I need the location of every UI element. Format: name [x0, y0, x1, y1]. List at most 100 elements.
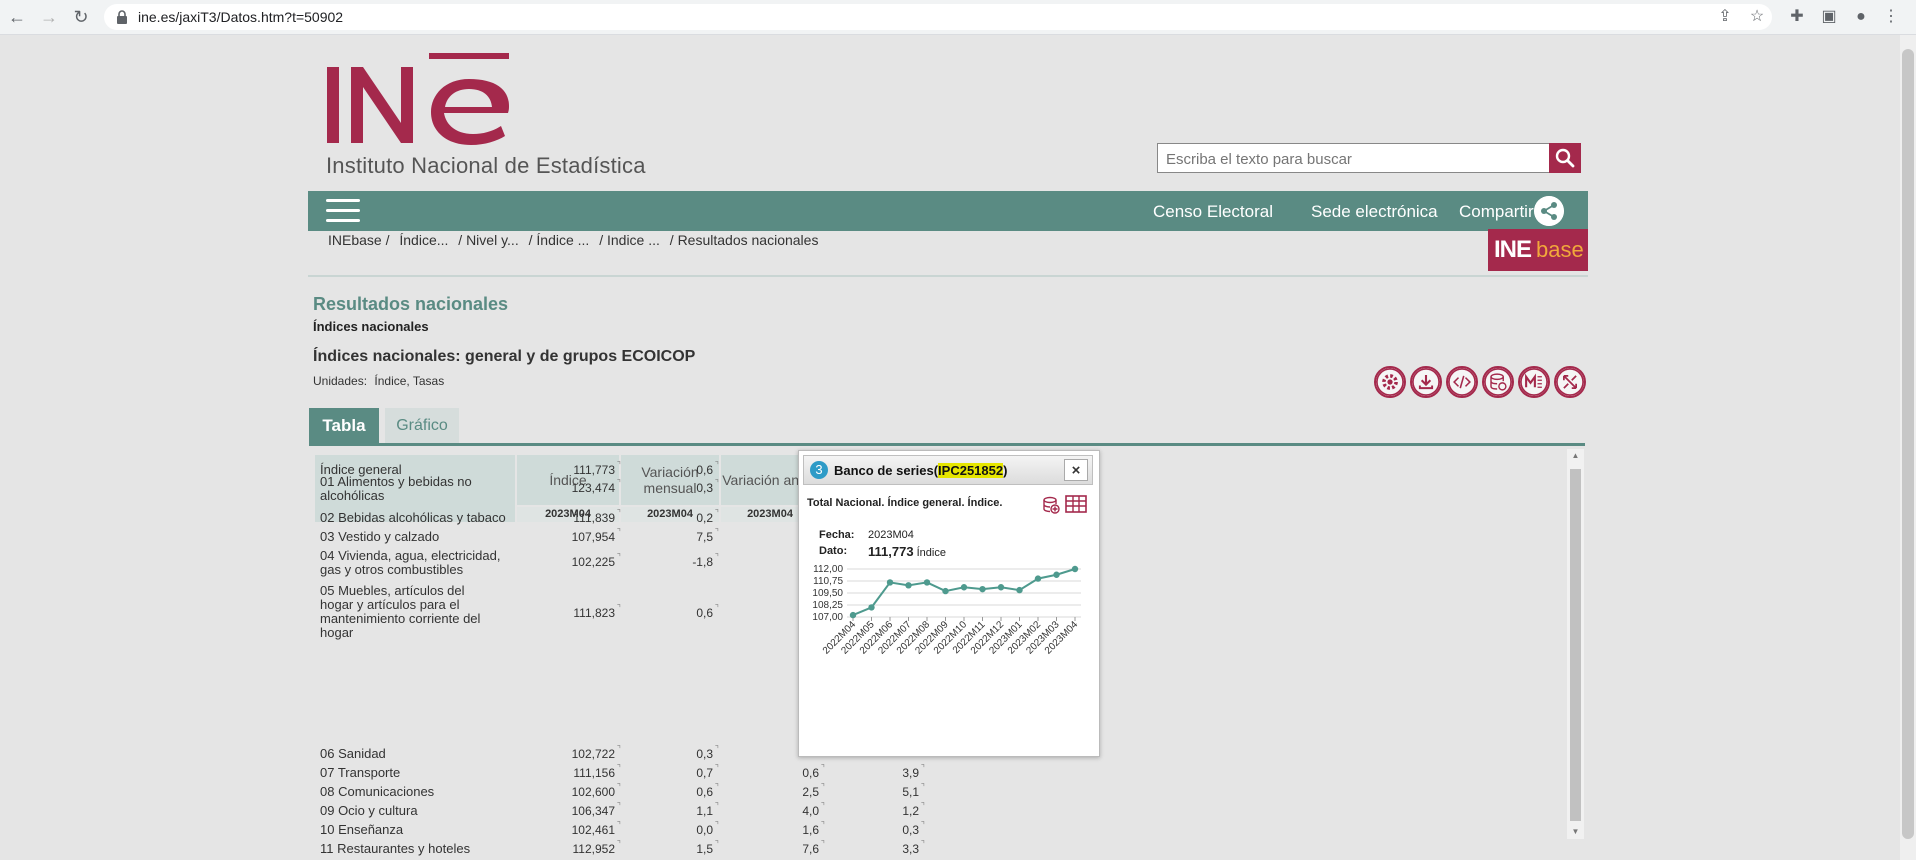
address-bar[interactable]: ine.es/jaxiT3/Datos.htm?t=50902	[104, 4, 1772, 30]
cell-indice[interactable]: 106,347	[572, 801, 622, 818]
tab-grafico[interactable]: Gráfico	[385, 408, 459, 443]
cell-mensual[interactable]: 0,6	[696, 603, 718, 620]
lock-icon	[117, 10, 127, 24]
chart-data-point	[1016, 586, 1023, 594]
cell-indice[interactable]: 107,954	[572, 527, 622, 544]
units-line: Unidades: Índice, Tasas	[313, 374, 444, 388]
search-input[interactable]	[1164, 145, 1548, 173]
cell-extra[interactable]: 3,9	[902, 763, 924, 780]
cell-anual[interactable]: 4,0	[802, 801, 824, 818]
breadcrumb-nivel[interactable]: / Nivel y...	[458, 232, 518, 248]
cell-indice[interactable]: 112,952	[573, 839, 621, 856]
chart-data-point	[997, 584, 1005, 591]
cell-indice[interactable]: 102,600	[572, 782, 622, 799]
cell-indice[interactable]: 102,461	[572, 820, 622, 837]
search-button[interactable]	[1549, 143, 1581, 173]
fullscreen-icon[interactable]	[1554, 366, 1586, 398]
series-popup: 3 Banco de series(IPC251852) × Total Nac…	[798, 450, 1100, 757]
nav-compartir[interactable]: Compartir	[1459, 202, 1534, 222]
embed-code-icon[interactable]	[1446, 366, 1478, 398]
cell-mensual[interactable]: 0,6	[696, 460, 718, 477]
row-label: 04 Vivienda, agua, electricidad, gas y o…	[320, 548, 501, 577]
cell-mensual[interactable]: 0,6	[696, 782, 718, 799]
scroll-down-arrow-icon[interactable]: ▼	[1567, 825, 1584, 839]
breadcrumb-inebase[interactable]: INEbase /	[328, 232, 389, 248]
table-grid-icon[interactable]	[1065, 495, 1087, 513]
scroll-up-arrow-icon[interactable]: ▲	[1567, 449, 1584, 463]
cell-anual[interactable]: 7,6	[802, 839, 824, 856]
breadcrumb-indice-2[interactable]: / Índice ...	[529, 232, 590, 248]
cell-extra[interactable]: 5,1	[902, 782, 924, 799]
tab-tabla[interactable]: Tabla	[309, 408, 379, 443]
cell-mensual[interactable]: -1,8	[692, 552, 718, 569]
cell-indice[interactable]: 111,823	[573, 603, 620, 620]
ine-logo[interactable]	[325, 49, 515, 149]
inebase-logo[interactable]: INE base	[1488, 229, 1588, 271]
nav-sede-electronica[interactable]: Sede electrónica	[1311, 202, 1438, 222]
row-label: 03 Vestido y calzado	[320, 529, 440, 544]
row-label: 11 Restaurantes y hoteles	[320, 841, 471, 856]
share-icon[interactable]	[1534, 196, 1564, 226]
table-title: Índices nacionales: general y de grupos …	[313, 348, 696, 365]
page-viewport: Instituto Nacional de Estadística Censo …	[0, 35, 1916, 860]
cell-anual[interactable]: 0,6	[802, 763, 824, 780]
cell-extra[interactable]: 3,3	[902, 839, 924, 856]
cell-mensual[interactable]: 1,5	[696, 839, 718, 856]
chart-data-point	[905, 582, 912, 589]
settings-gear-icon[interactable]	[1374, 366, 1406, 398]
header-divider	[308, 275, 1588, 277]
cell-indice[interactable]: 111,773	[573, 460, 620, 477]
units-label: Unidades:	[313, 374, 368, 388]
cell-mensual[interactable]: 1,1	[696, 801, 718, 818]
chart-data-point	[979, 585, 986, 593]
row-label: 01 Alimentos y bebidas no alcohólicas	[320, 474, 472, 503]
download-icon[interactable]	[1410, 366, 1442, 398]
cell-extra[interactable]: 1,2	[902, 801, 924, 818]
chart-series-line	[852, 568, 1076, 617]
cell-anual[interactable]: 2,5	[802, 782, 824, 799]
metadata-icon[interactable]	[1518, 366, 1550, 398]
cell-indice[interactable]: 102,225	[572, 552, 622, 569]
cell-mensual[interactable]: 0,3	[696, 478, 718, 495]
reload-icon[interactable]: ↻	[70, 6, 92, 28]
side-panel-icon[interactable]: ▣	[1818, 6, 1840, 28]
cell-mensual[interactable]: 0,2	[696, 508, 718, 525]
chart-y-tick-label: 107,00	[812, 612, 843, 623]
cell-mensual[interactable]: 7,5	[696, 527, 718, 544]
database-add-icon[interactable]	[1041, 495, 1061, 515]
cell-indice[interactable]: 123,474	[572, 478, 622, 495]
back-arrow-icon[interactable]: ←	[6, 6, 28, 28]
cell-indice[interactable]: 111,839	[573, 508, 620, 525]
chart-data-point	[849, 611, 857, 619]
breadcrumb-indice[interactable]: Índice...	[399, 232, 448, 248]
database-icon[interactable]	[1482, 366, 1514, 398]
bookmark-star-icon[interactable]: ☆	[1746, 6, 1768, 28]
tab-underline	[309, 443, 1585, 446]
browser-menu-icon[interactable]: ⋮	[1880, 6, 1902, 28]
breadcrumb-indice-3[interactable]: / Indice ...	[599, 232, 660, 248]
chart-data-point	[886, 579, 894, 586]
cell-indice[interactable]: 102,722	[572, 744, 622, 761]
chart-data-point	[1053, 571, 1060, 578]
share-page-icon[interactable]: ⇪	[1714, 6, 1736, 28]
cell-mensual[interactable]: 0,0	[696, 820, 718, 837]
profile-avatar-icon[interactable]: ●	[1850, 6, 1872, 28]
cell-extra[interactable]: 0,3	[902, 820, 924, 837]
table-scrollbar-thumb[interactable]	[1570, 469, 1581, 821]
popup-title-suffix: )	[1003, 463, 1008, 478]
cell-anual[interactable]: 1,6	[802, 820, 824, 837]
popup-header: 3 Banco de series(IPC251852) ×	[803, 455, 1093, 485]
hamburger-menu-icon[interactable]	[326, 199, 360, 223]
page-scrollbar-thumb[interactable]	[1902, 49, 1914, 839]
popup-fecha-label: Fecha:	[819, 529, 855, 541]
forward-arrow-icon[interactable]: →	[38, 6, 60, 28]
extensions-icon[interactable]: ✚	[1786, 6, 1808, 28]
chart-y-tick-label: 110,75	[813, 576, 843, 587]
cell-mensual[interactable]: 0,7	[696, 763, 718, 780]
search-box[interactable]	[1157, 143, 1550, 173]
nav-censo-electoral[interactable]: Censo Electoral	[1153, 202, 1273, 222]
cell-mensual[interactable]: 0,3	[696, 744, 718, 761]
popup-close-button[interactable]: ×	[1064, 459, 1088, 481]
cell-indice[interactable]: 111,156	[573, 763, 620, 780]
browser-toolbar: ← → ↻ ine.es/jaxiT3/Datos.htm?t=50902 ⇪ …	[0, 0, 1916, 35]
